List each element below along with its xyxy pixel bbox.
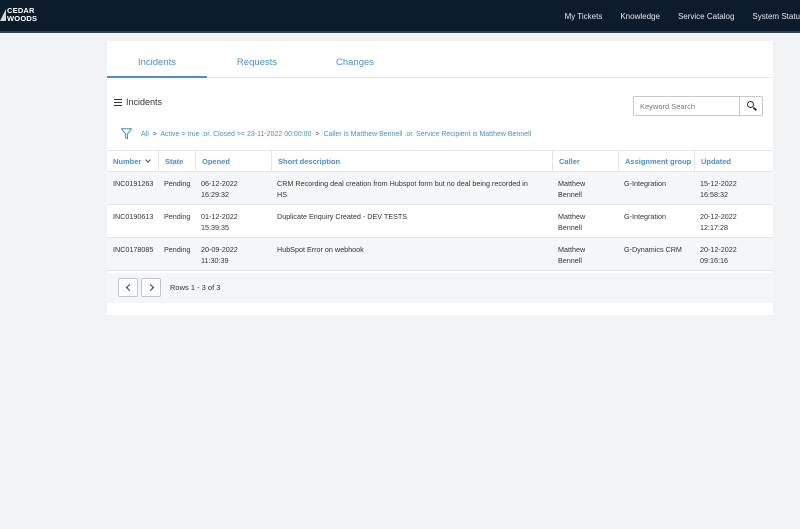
- cell-opened: 01-12-2022 15:39:35: [195, 211, 238, 233]
- description-line: HS: [277, 190, 287, 199]
- caller-last: Bennell: [558, 256, 582, 265]
- column-header-state[interactable]: State: [158, 151, 195, 172]
- pagination-bar: Rows 1 - 3 of 3: [107, 273, 773, 303]
- logo-mark-icon: [0, 9, 6, 21]
- updated-time: 16:58:32: [700, 190, 728, 199]
- updated-time: 12:17:28: [700, 223, 728, 232]
- chevron-right-icon: [146, 283, 155, 292]
- cell-short-description: CRM Recording deal creation from Hubspot…: [271, 178, 552, 200]
- table-row[interactable]: INC0178085 Pending 20-09-2022 11:30:39 Hu…: [107, 238, 773, 271]
- cedar-woods-logo[interactable]: CEDAR WOODS: [0, 6, 44, 26]
- search-icon: [747, 101, 754, 108]
- cell-caller: Matthew Bennell: [552, 244, 585, 266]
- description-line: HubSpot Error on webhook: [277, 245, 364, 254]
- breadcrumb-separator: >: [315, 131, 320, 138]
- cell-opened: 20-09-2022 11:30:39: [195, 244, 238, 266]
- tab-changes[interactable]: Changes: [305, 51, 405, 78]
- hamburger-menu-icon[interactable]: [114, 99, 122, 106]
- breadcrumb-filter-caller[interactable]: Caller is Matthew Bennell .or. Service R…: [323, 131, 531, 138]
- top-nav: My Tickets Knowledge Service Catalog Sys…: [565, 0, 800, 33]
- cell-number[interactable]: INC0191263: [107, 178, 153, 189]
- opened-time: 16:29:32: [201, 190, 229, 199]
- opened-date: 06-12-2022: [201, 179, 238, 188]
- tab-incidents[interactable]: Incidents: [107, 51, 207, 78]
- nav-knowledge[interactable]: Knowledge: [620, 12, 660, 21]
- filter-icon[interactable]: [121, 128, 132, 140]
- caller-first: Matthew: [558, 212, 586, 221]
- column-header-label: Number: [113, 157, 142, 166]
- opened-date: 01-12-2022: [201, 212, 238, 221]
- cell-short-description: HubSpot Error on webhook: [271, 244, 552, 255]
- table-row[interactable]: INC0190613 Pending 01-12-2022 15:39:35 Du…: [107, 205, 773, 238]
- rows-count: Rows 1 - 3 of 3: [170, 283, 221, 292]
- nav-system-status[interactable]: System Status: [752, 12, 800, 21]
- column-header-number[interactable]: Number: [107, 151, 158, 172]
- cell-short-description: Duplicate Enquiry Created - DEV TESTS: [271, 211, 552, 222]
- table-header: Number State Opened Short description Ca…: [107, 150, 773, 172]
- updated-date: 15-12-2022: [700, 179, 737, 188]
- cell-updated: 20-12-2022 09:16:16: [694, 244, 737, 266]
- opened-time: 11:30:39: [201, 256, 229, 265]
- description-line: Duplicate Enquiry Created - DEV TESTS: [277, 212, 408, 221]
- cell-number[interactable]: INC0178085: [107, 244, 153, 255]
- breadcrumb-separator: >: [152, 131, 157, 138]
- column-header-updated[interactable]: Updated: [694, 151, 773, 172]
- cell-updated: 20-12-2022 12:17:28: [694, 211, 737, 233]
- incidents-panel: Incidents Requests Changes Incidents All…: [107, 41, 773, 315]
- caller-last: Bennell: [558, 190, 582, 199]
- cell-updated: 15-12-2022 16:58:32: [694, 178, 737, 200]
- keyword-search-input[interactable]: [634, 97, 740, 115]
- breadcrumb-all[interactable]: All: [141, 131, 149, 138]
- caller-last: Bennell: [558, 223, 582, 232]
- cell-number[interactable]: INC0190613: [107, 211, 153, 222]
- chevron-left-icon: [125, 283, 134, 292]
- table-row[interactable]: INC0191263 Pending 06-12-2022 16:29:32 CR…: [107, 172, 773, 205]
- search-box: [633, 96, 763, 116]
- list-title: Incidents: [126, 97, 163, 107]
- opened-date: 20-09-2022: [201, 245, 238, 254]
- logo-text-line2: WOODS: [7, 14, 38, 23]
- cell-assignment-group: G-Integration: [624, 212, 666, 221]
- column-header-short-description[interactable]: Short description: [271, 151, 552, 172]
- previous-page-button[interactable]: [118, 278, 138, 297]
- nav-my-tickets[interactable]: My Tickets: [565, 12, 603, 21]
- search-button[interactable]: [739, 97, 762, 115]
- cell-assignment-group: G-Dynamics CRM: [624, 245, 682, 254]
- cell-caller: Matthew Bennell: [552, 211, 585, 233]
- cell-state: Pending: [164, 179, 191, 188]
- caller-first: Matthew: [558, 245, 586, 254]
- column-header-assignment-group[interactable]: Assignment group: [618, 151, 694, 172]
- next-page-button[interactable]: [141, 278, 161, 297]
- cell-assignment-group: G-Integration: [624, 179, 666, 188]
- column-header-caller[interactable]: Caller: [552, 151, 618, 172]
- breadcrumb-filter-active[interactable]: Active = true .or. Closed >= 23-11-2022 …: [160, 131, 311, 138]
- list-header: Incidents: [107, 89, 773, 119]
- sort-chevron-down-icon[interactable]: [145, 157, 152, 163]
- cell-state: Pending: [164, 212, 191, 221]
- updated-time: 09:16:16: [700, 256, 728, 265]
- opened-time: 15:39:35: [201, 223, 229, 232]
- tab-requests[interactable]: Requests: [207, 51, 307, 78]
- updated-date: 20-12-2022: [700, 212, 737, 221]
- description-line: CRM Recording deal creation from Hubspot…: [277, 179, 528, 188]
- caller-first: Matthew: [558, 179, 586, 188]
- nav-service-catalog[interactable]: Service Catalog: [678, 12, 734, 21]
- cell-opened: 06-12-2022 16:29:32: [195, 178, 238, 200]
- column-header-opened[interactable]: Opened: [195, 151, 271, 172]
- cell-caller: Matthew Bennell: [552, 178, 585, 200]
- top-navbar: CEDAR WOODS My Tickets Knowledge Service…: [0, 0, 800, 33]
- updated-date: 20-12-2022: [700, 245, 737, 254]
- cell-state: Pending: [164, 245, 191, 254]
- tab-bar: Incidents Requests Changes: [107, 51, 773, 78]
- breadcrumb-items: All > Active = true .or. Closed >= 23-11…: [141, 131, 531, 138]
